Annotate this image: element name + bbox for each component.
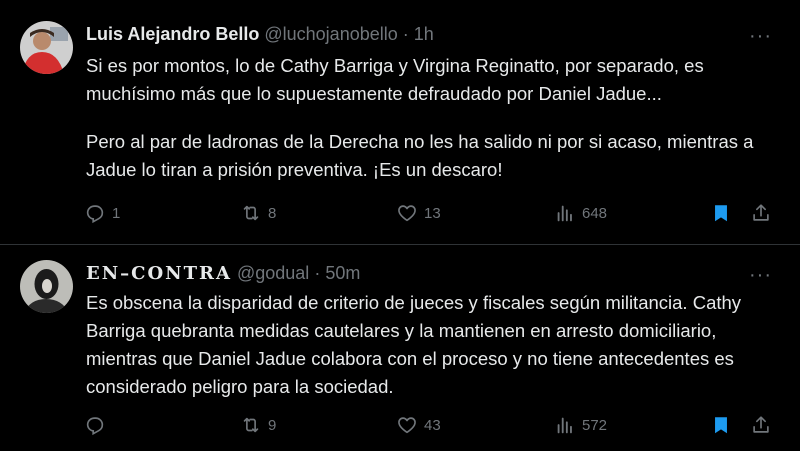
views-icon <box>557 205 572 222</box>
share-icon <box>753 204 769 221</box>
separator: · <box>402 24 409 44</box>
tweet-header: Luis Alejandro Bello @luchojanobello · 1… <box>86 24 434 45</box>
like-button[interactable]: 43 <box>396 414 441 436</box>
bookmark-button[interactable] <box>710 202 732 224</box>
more-icon[interactable]: ··· <box>749 26 772 46</box>
author-name[interactable]: EN–CONTRA <box>86 263 232 284</box>
author-handle[interactable]: @godual <box>237 263 309 283</box>
separator: · <box>314 263 321 283</box>
retweet-count: 8 <box>268 204 277 222</box>
more-icon[interactable]: ··· <box>749 265 772 285</box>
views-count: 648 <box>582 204 608 222</box>
views-button[interactable]: 572 <box>554 414 607 436</box>
like-icon <box>398 417 416 434</box>
tweet-actions: 9 43 572 <box>84 414 784 438</box>
share-button[interactable] <box>750 202 772 224</box>
retweet-button[interactable]: 9 <box>240 414 276 436</box>
reply-button[interactable]: 1 <box>84 202 120 224</box>
share-button[interactable] <box>750 414 772 436</box>
reply-icon <box>86 417 104 436</box>
views-count: 572 <box>582 416 608 434</box>
tweet[interactable]: Luis Alejandro Bello @luchojanobello · 1… <box>0 0 800 244</box>
retweet-icon <box>243 417 259 433</box>
like-icon <box>398 205 416 222</box>
timestamp[interactable]: 50m <box>325 263 360 283</box>
author-name[interactable]: Luis Alejandro Bello <box>86 24 259 44</box>
retweet-button[interactable]: 8 <box>240 202 276 224</box>
views-icon <box>557 417 572 434</box>
author-handle[interactable]: @luchojanobello <box>264 24 397 44</box>
tweet-paragraph: Si es por montos, lo de Cathy Barriga y … <box>86 55 704 104</box>
bookmark-icon <box>715 205 727 222</box>
like-button[interactable]: 13 <box>396 202 441 224</box>
like-count: 43 <box>424 416 441 434</box>
avatar[interactable] <box>20 21 73 74</box>
avatar[interactable] <box>20 260 73 313</box>
share-icon <box>753 416 769 433</box>
tweet-text: Si es por montos, lo de Cathy Barriga y … <box>86 52 776 184</box>
tweet[interactable]: EN–CONTRA @godual · 50m ··· Es obscena l… <box>0 245 800 451</box>
views-button[interactable]: 648 <box>554 202 607 224</box>
tweet-paragraph: Es obscena la disparidad de criterio de … <box>86 292 742 397</box>
bookmark-icon <box>715 417 727 434</box>
like-count: 13 <box>424 204 441 222</box>
tweet-header: EN–CONTRA @godual · 50m <box>86 263 360 284</box>
reply-count: 1 <box>112 204 121 222</box>
timestamp[interactable]: 1h <box>414 24 434 44</box>
reply-button[interactable] <box>84 414 112 436</box>
tweet-actions: 1 8 13 648 <box>84 202 784 226</box>
retweet-count: 9 <box>268 416 277 434</box>
reply-icon <box>86 205 104 224</box>
tweet-text: Es obscena la disparidad de criterio de … <box>86 289 776 401</box>
tweet-paragraph: Pero al par de ladronas de la Derecha no… <box>86 131 754 180</box>
bookmark-button[interactable] <box>710 414 732 436</box>
retweet-icon <box>243 205 259 221</box>
